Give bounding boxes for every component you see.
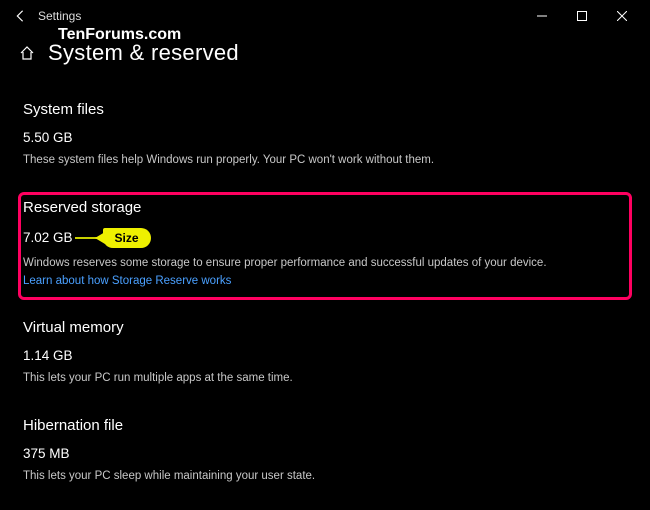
section-desc: These system files help Windows run prop… bbox=[23, 153, 583, 169]
section-desc: This lets your PC sleep while maintainin… bbox=[23, 469, 583, 485]
page-title: System & reserved bbox=[48, 40, 239, 66]
size-value: 7.02 GB Size bbox=[23, 228, 623, 248]
section-heading: System files bbox=[23, 101, 623, 118]
section-hibernation-file: Hibernation file 375 MB This lets your P… bbox=[18, 410, 632, 496]
close-button[interactable] bbox=[602, 2, 642, 30]
back-button[interactable] bbox=[8, 4, 32, 28]
size-text: 7.02 GB bbox=[23, 230, 73, 245]
titlebar: Settings bbox=[0, 0, 650, 32]
size-text: 5.50 GB bbox=[23, 130, 73, 145]
minimize-button[interactable] bbox=[522, 2, 562, 30]
size-value: 1.14 GB bbox=[23, 348, 623, 363]
size-callout: Size bbox=[75, 228, 151, 248]
content: System files 5.50 GB These system files … bbox=[0, 76, 650, 503]
maximize-button[interactable] bbox=[562, 2, 602, 30]
section-heading: Virtual memory bbox=[23, 319, 623, 336]
callout-label: Size bbox=[103, 228, 151, 248]
page-header: System & reserved bbox=[0, 32, 650, 76]
size-text: 375 MB bbox=[23, 446, 70, 461]
section-heading: Hibernation file bbox=[23, 417, 623, 434]
size-value: 375 MB bbox=[23, 446, 623, 461]
window-controls bbox=[522, 2, 642, 30]
size-value: 5.50 GB bbox=[23, 130, 623, 145]
home-icon[interactable] bbox=[18, 44, 36, 62]
section-virtual-memory: Virtual memory 1.14 GB This lets your PC… bbox=[18, 312, 632, 398]
section-desc: Windows reserves some storage to ensure … bbox=[23, 256, 583, 272]
window-title: Settings bbox=[38, 9, 81, 23]
section-heading: Reserved storage bbox=[23, 199, 623, 216]
section-system-files: System files 5.50 GB These system files … bbox=[18, 94, 632, 180]
size-text: 1.14 GB bbox=[23, 348, 73, 363]
section-reserved-storage: Reserved storage 7.02 GB Size Windows re… bbox=[18, 192, 632, 301]
learn-more-link[interactable]: Learn about how Storage Reserve works bbox=[23, 275, 231, 287]
section-desc: This lets your PC run multiple apps at t… bbox=[23, 371, 583, 387]
